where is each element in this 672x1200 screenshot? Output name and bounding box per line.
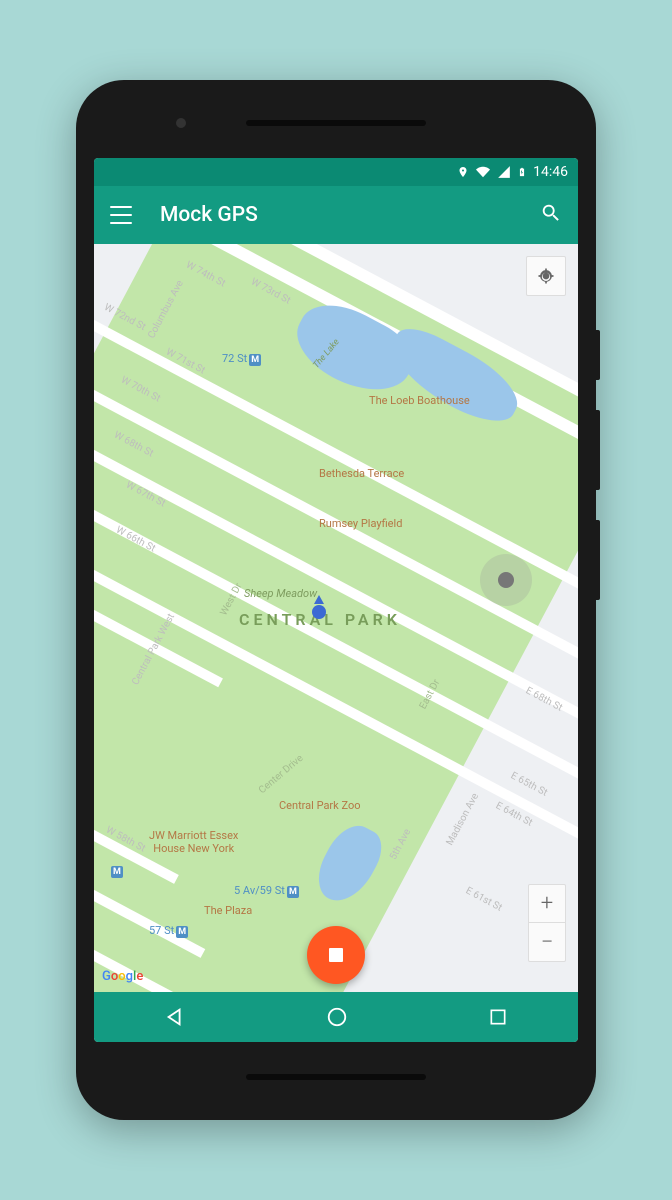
my-location-button[interactable] [526,256,566,296]
poi-label: Bethesda Terrace [319,467,404,480]
street-label: E 61st St [464,885,504,913]
zoom-in-button[interactable]: + [529,885,565,923]
home-button[interactable] [326,1006,348,1028]
poi-label: JW Marriott Essex House New York [149,829,238,855]
device-camera [176,118,186,128]
status-bar: 14:46 [94,158,578,186]
android-nav-bar [94,992,578,1042]
device-side-button [596,520,600,600]
real-location-dot [480,554,532,606]
zoom-controls: + − [528,884,566,962]
poi-label: Sheep Meadow [244,587,317,600]
back-button[interactable] [164,1006,186,1028]
signal-icon [497,165,511,179]
device-side-button [596,330,600,380]
recent-apps-button[interactable] [488,1007,508,1027]
device-frame: 14:46 Mock GPS W 74th St [76,80,596,1120]
crosshair-icon [536,266,556,286]
battery-charging-icon [517,164,527,180]
app-bar: Mock GPS [94,186,578,244]
map[interactable]: W 74th St W 73rd St W 72nd St W 71st St … [94,244,578,992]
stop-fab[interactable] [307,926,365,984]
status-time: 14:46 [533,164,568,180]
transit-label: 57 StM [149,924,188,938]
poi-label: Rumsey Playfield [319,517,402,530]
screen: 14:46 Mock GPS W 74th St [94,158,578,1042]
map-attribution: Google [102,969,143,984]
transit-label: 72 StM [222,352,261,366]
app-title: Mock GPS [160,203,540,227]
device-side-button [596,410,600,490]
search-button[interactable] [540,202,562,228]
zoom-out-button[interactable]: − [529,923,565,961]
poi-label: The Plaza [204,904,252,917]
mock-location-marker[interactable] [312,605,326,619]
street-label: Madison Ave [444,792,481,848]
poi-label: Central Park Zoo [279,799,361,812]
metro-icon: M [109,859,123,878]
menu-button[interactable] [110,206,132,224]
location-pin-icon [457,164,469,180]
search-icon [540,202,562,224]
transit-label: 5 Av/59 StM [234,884,299,898]
poi-label: The Loeb Boathouse [369,394,470,407]
wifi-icon [475,165,491,179]
stop-icon [329,948,343,962]
